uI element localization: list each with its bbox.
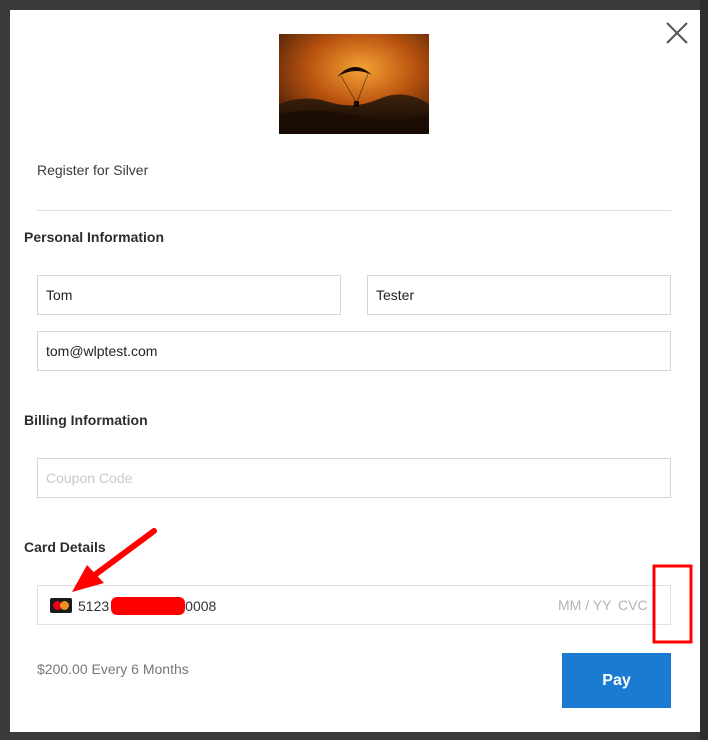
email-field[interactable] bbox=[37, 331, 671, 371]
pay-button[interactable]: Pay bbox=[562, 653, 671, 708]
mastercard-icon bbox=[50, 598, 72, 613]
last-name-field[interactable] bbox=[367, 275, 671, 315]
first-name-field[interactable] bbox=[37, 275, 341, 315]
coupon-code-field[interactable] bbox=[37, 458, 671, 498]
registration-modal: Register for Silver Personal Information… bbox=[10, 10, 700, 732]
close-button[interactable] bbox=[664, 20, 690, 46]
price-text: $200.00 Every 6 Months bbox=[37, 661, 189, 677]
card-expiry-input[interactable]: MM / YY bbox=[558, 597, 611, 613]
personal-info-heading: Personal Information bbox=[24, 229, 165, 245]
registration-title: Register for Silver bbox=[37, 162, 149, 178]
card-number-input[interactable]: 5123 0008 bbox=[78, 597, 216, 615]
billing-info-heading: Billing Information bbox=[24, 412, 148, 428]
card-number-prefix: 5123 bbox=[78, 598, 110, 614]
divider bbox=[37, 210, 671, 211]
card-details-heading: Card Details bbox=[24, 539, 106, 555]
hero-image bbox=[279, 34, 429, 134]
card-details-field[interactable]: 5123 0008 MM / YY CVC bbox=[37, 585, 671, 625]
redaction-mark bbox=[111, 597, 186, 615]
card-number-suffix: 0008 bbox=[185, 598, 217, 614]
close-icon bbox=[666, 22, 688, 44]
modal-backdrop[interactable] bbox=[700, 0, 708, 740]
card-cvc-input[interactable]: CVC bbox=[618, 597, 648, 613]
